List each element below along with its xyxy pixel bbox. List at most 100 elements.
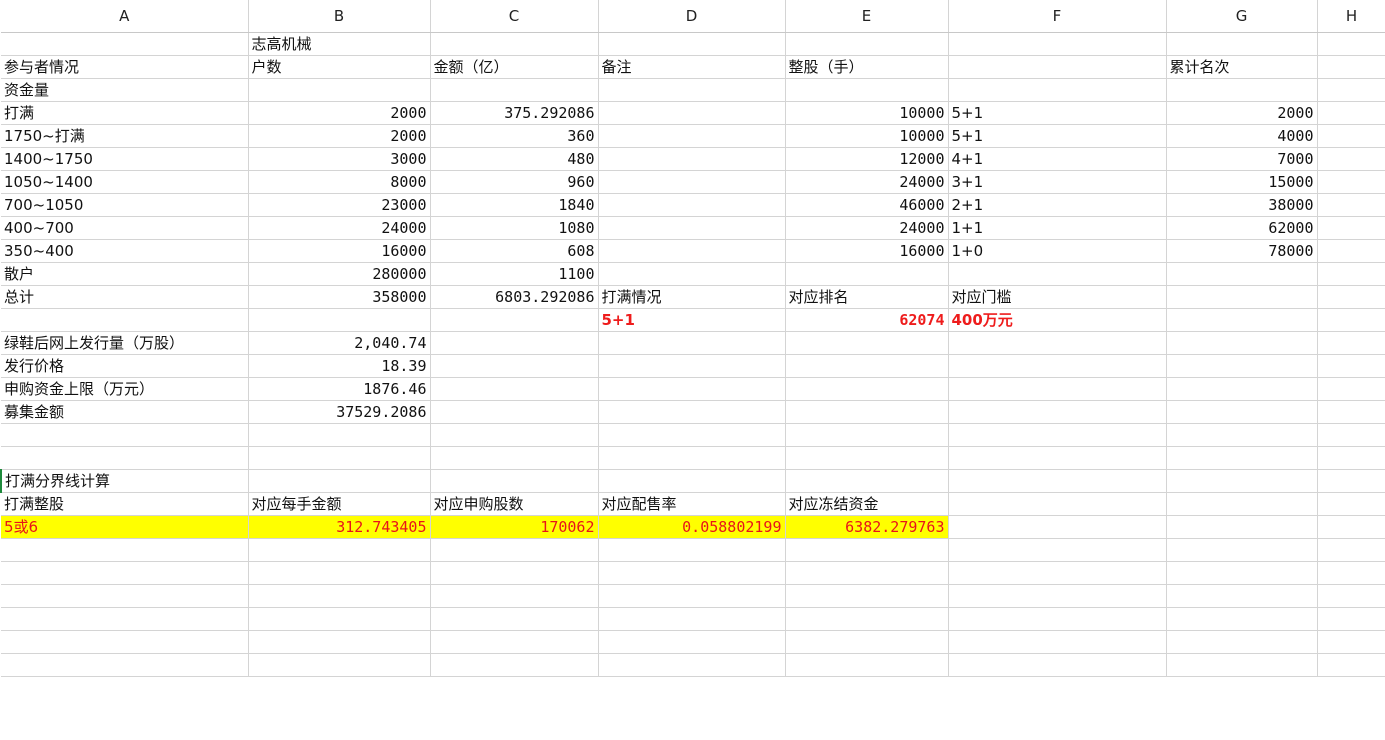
cell-a16[interactable]: 申购资金上限（万元） [1, 377, 249, 401]
cell-f27[interactable] [948, 630, 1167, 654]
cell-h22[interactable] [1317, 515, 1385, 539]
cell-c15[interactable] [430, 354, 599, 378]
cell-g1[interactable] [1166, 32, 1318, 56]
cell-f14[interactable] [948, 331, 1167, 355]
cell-b24[interactable] [248, 561, 431, 585]
cell-b21[interactable]: 对应每手金额 [248, 492, 431, 516]
cell-f22[interactable] [948, 515, 1167, 539]
column-header-e[interactable]: E [785, 0, 949, 33]
cell-a14[interactable]: 绿鞋后网上发行量（万股） [1, 331, 249, 355]
cell-g8[interactable]: 38000 [1166, 193, 1318, 217]
cell-b4[interactable]: 2000 [248, 101, 431, 125]
column-header-b[interactable]: B [248, 0, 431, 33]
cell-c23[interactable] [430, 538, 599, 562]
cell-h4[interactable] [1317, 101, 1385, 125]
cell-f1[interactable] [948, 32, 1167, 56]
cell-a10[interactable]: 350~400 [1, 239, 249, 263]
cell-c10[interactable]: 608 [430, 239, 599, 263]
cell-h3[interactable] [1317, 78, 1385, 102]
column-header-a[interactable]: A [1, 0, 249, 33]
cell-f5[interactable]: 5+1 [948, 124, 1167, 148]
cell-f28[interactable] [948, 653, 1167, 677]
cell-g25[interactable] [1166, 584, 1318, 608]
cell-c4[interactable]: 375.292086 [430, 101, 599, 125]
cell-g26[interactable] [1166, 607, 1318, 631]
cell-b27[interactable] [248, 630, 431, 654]
cell-h10[interactable] [1317, 239, 1385, 263]
cell-a8[interactable]: 700~1050 [1, 193, 249, 217]
cell-d1[interactable] [598, 32, 786, 56]
cell-h13[interactable] [1317, 308, 1385, 332]
cell-g28[interactable] [1166, 653, 1318, 677]
cell-b7[interactable]: 8000 [248, 170, 431, 194]
cell-g4[interactable]: 2000 [1166, 101, 1318, 125]
cell-h28[interactable] [1317, 653, 1385, 677]
cell-a12[interactable]: 总计 [1, 285, 249, 309]
cell-g23[interactable] [1166, 538, 1318, 562]
cell-c12[interactable]: 6803.292086 [430, 285, 599, 309]
cell-e14[interactable] [785, 331, 949, 355]
cell-f11[interactable] [948, 262, 1167, 286]
cell-b20[interactable] [248, 469, 431, 493]
cell-e27[interactable] [785, 630, 949, 654]
cell-h1[interactable] [1317, 32, 1385, 56]
cell-g6[interactable]: 7000 [1166, 147, 1318, 171]
cell-g10[interactable]: 78000 [1166, 239, 1318, 263]
cell-e19[interactable] [785, 446, 949, 470]
cell-g14[interactable] [1166, 331, 1318, 355]
cell-b12[interactable]: 358000 [248, 285, 431, 309]
cell-f18[interactable] [948, 423, 1167, 447]
cell-e17[interactable] [785, 400, 949, 424]
cell-f21[interactable] [948, 492, 1167, 516]
cell-h14[interactable] [1317, 331, 1385, 355]
cell-g21[interactable] [1166, 492, 1318, 516]
cell-h27[interactable] [1317, 630, 1385, 654]
cell-a11[interactable]: 散户 [1, 262, 249, 286]
cell-b9[interactable]: 24000 [248, 216, 431, 240]
cell-h5[interactable] [1317, 124, 1385, 148]
cell-c26[interactable] [430, 607, 599, 631]
cell-c16[interactable] [430, 377, 599, 401]
cell-b26[interactable] [248, 607, 431, 631]
cell-b14[interactable]: 2,040.74 [248, 331, 431, 355]
cell-g9[interactable]: 62000 [1166, 216, 1318, 240]
cell-c27[interactable] [430, 630, 599, 654]
cell-a9[interactable]: 400~700 [1, 216, 249, 240]
cell-e8[interactable]: 46000 [785, 193, 949, 217]
cell-a23[interactable] [1, 538, 249, 562]
cell-g20[interactable] [1166, 469, 1318, 493]
cell-d21[interactable]: 对应配售率 [598, 492, 786, 516]
cell-f8[interactable]: 2+1 [948, 193, 1167, 217]
column-header-c[interactable]: C [430, 0, 599, 33]
cell-f15[interactable] [948, 354, 1167, 378]
cell-a22[interactable]: 5或6 [1, 515, 249, 539]
cell-g18[interactable] [1166, 423, 1318, 447]
cell-c14[interactable] [430, 331, 599, 355]
cell-e25[interactable] [785, 584, 949, 608]
cell-g12[interactable] [1166, 285, 1318, 309]
cell-e6[interactable]: 12000 [785, 147, 949, 171]
cell-c28[interactable] [430, 653, 599, 677]
cell-h7[interactable] [1317, 170, 1385, 194]
cell-e4[interactable]: 10000 [785, 101, 949, 125]
cell-d2[interactable]: 备注 [598, 55, 786, 79]
cell-e16[interactable] [785, 377, 949, 401]
cell-b5[interactable]: 2000 [248, 124, 431, 148]
cell-d13[interactable]: 5+1 [598, 308, 786, 332]
cell-c19[interactable] [430, 446, 599, 470]
cell-d11[interactable] [598, 262, 786, 286]
cell-c18[interactable] [430, 423, 599, 447]
cell-g27[interactable] [1166, 630, 1318, 654]
cell-d19[interactable] [598, 446, 786, 470]
cell-b10[interactable]: 16000 [248, 239, 431, 263]
cell-f16[interactable] [948, 377, 1167, 401]
cell-e3[interactable] [785, 78, 949, 102]
cell-b28[interactable] [248, 653, 431, 677]
cell-a20[interactable]: 打满分界线计算 [0, 469, 249, 493]
cell-b1[interactable]: 志高机械 [248, 32, 431, 56]
cell-h21[interactable] [1317, 492, 1385, 516]
cell-h15[interactable] [1317, 354, 1385, 378]
cell-d4[interactable] [598, 101, 786, 125]
cell-f25[interactable] [948, 584, 1167, 608]
cell-h6[interactable] [1317, 147, 1385, 171]
